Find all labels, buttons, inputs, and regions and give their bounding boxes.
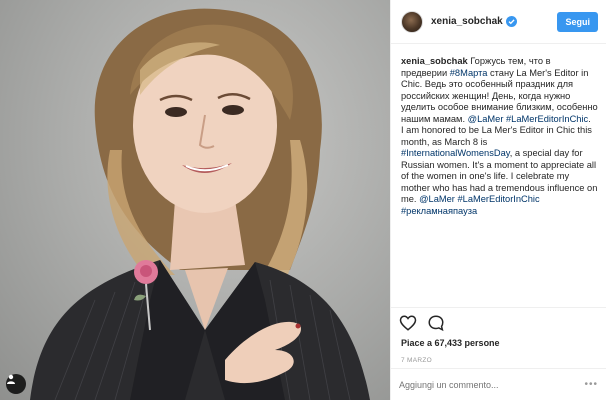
caption-text: Горжусь тем, что в предверии #8Марта ста… bbox=[401, 56, 598, 216]
likes-count[interactable]: Piace a 67,433 persone bbox=[401, 338, 598, 348]
header-username[interactable]: xenia_sobchak bbox=[431, 16, 503, 27]
likes-text: Piace a 67,433 persone bbox=[401, 338, 500, 348]
post-actions: Piace a 67,433 persone 7 MARZO bbox=[391, 307, 606, 364]
caption-link[interactable]: @LaMer bbox=[468, 114, 504, 124]
instagram-post-window: xenia_sobchak Segui xenia_sobchak Горжус… bbox=[0, 0, 606, 400]
user-tag-button[interactable] bbox=[6, 374, 26, 394]
caption-link[interactable]: @LaMer bbox=[419, 194, 455, 204]
caption-link[interactable]: #рекламнаяпауза bbox=[401, 206, 477, 216]
portrait-illustration bbox=[30, 8, 370, 400]
caption-link[interactable]: #LaMerEditorInChic bbox=[506, 114, 588, 124]
caption-segment: I am honored to be La Mer's Editor in Ch… bbox=[401, 125, 592, 147]
post-caption: xenia_sobchak Горжусь тем, что в предвер… bbox=[401, 56, 599, 252]
heart-icon[interactable] bbox=[399, 314, 417, 332]
post-header: xenia_sobchak Segui bbox=[391, 0, 606, 44]
caption-segment: . bbox=[588, 113, 591, 124]
caption-link[interactable]: #LaMerEditorInChic bbox=[457, 194, 539, 204]
avatar[interactable] bbox=[401, 10, 423, 33]
speech-bubble-icon[interactable] bbox=[427, 314, 445, 332]
post-photo[interactable] bbox=[0, 0, 390, 400]
comment-input[interactable] bbox=[399, 379, 579, 390]
verified-badge-icon bbox=[505, 16, 517, 27]
more-options-button[interactable]: ••• bbox=[584, 379, 598, 390]
caption-link[interactable]: #InternationalWomensDay bbox=[401, 148, 510, 158]
follow-button[interactable]: Segui bbox=[557, 11, 598, 32]
caption-fade bbox=[401, 234, 599, 252]
post-details-panel: xenia_sobchak Segui xenia_sobchak Горжус… bbox=[390, 0, 606, 400]
user-tag-icon bbox=[7, 374, 15, 384]
post-date[interactable]: 7 MARZO bbox=[401, 357, 598, 364]
comment-bar: ••• bbox=[391, 368, 606, 400]
caption-username[interactable]: xenia_sobchak bbox=[401, 56, 468, 66]
caption-link[interactable]: #8Марта bbox=[450, 68, 488, 78]
